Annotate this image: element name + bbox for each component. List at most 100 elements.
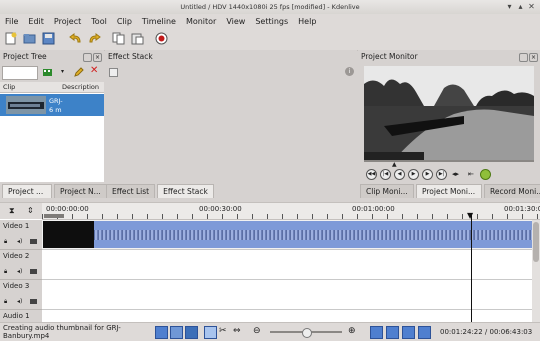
list-item[interactable]: GRJ- 6 m bbox=[0, 94, 104, 116]
track-height-icon[interactable]: ⇕ bbox=[27, 206, 34, 215]
mute-icon[interactable]: ◂) bbox=[17, 238, 22, 245]
menu-file[interactable]: File bbox=[0, 17, 23, 26]
tab-effect-list[interactable]: Effect List bbox=[106, 184, 156, 198]
selection-tool-icon[interactable] bbox=[204, 326, 217, 339]
mute-icon[interactable]: ◂) bbox=[17, 298, 22, 305]
tab-project-notes[interactable]: Project N... bbox=[54, 184, 108, 198]
menu-project[interactable]: Project bbox=[49, 17, 86, 26]
tab-record-monitor[interactable]: Record Moni... bbox=[484, 184, 540, 198]
record-icon[interactable] bbox=[154, 31, 169, 46]
track-name: Video 2 bbox=[3, 252, 30, 260]
ripple-icon[interactable] bbox=[402, 326, 415, 339]
redo-icon[interactable] bbox=[87, 31, 102, 46]
timeline-corner: ⧗ ⇕ bbox=[0, 203, 42, 219]
timecode-display[interactable]: 00:01:24:22 / 00:06:43:03 bbox=[440, 328, 532, 336]
open-icon[interactable] bbox=[22, 31, 37, 46]
new-icon[interactable] bbox=[3, 31, 18, 46]
track-name: Video 1 bbox=[3, 222, 30, 230]
volume-icon[interactable]: ◂▸ bbox=[452, 170, 459, 179]
chevron-down-icon[interactable]: ▾ bbox=[61, 68, 69, 76]
previous-frame-icon[interactable]: |◀ bbox=[380, 169, 391, 180]
tab-project-monitor[interactable]: Project Moni... bbox=[416, 184, 482, 198]
razor-tool-icon[interactable]: ✂ bbox=[219, 326, 227, 337]
save-icon[interactable] bbox=[41, 31, 56, 46]
track-video-2[interactable] bbox=[42, 250, 532, 280]
timeline-ruler[interactable]: 00:00:00:00 00:00:30:00 00:01:00:00 00:0… bbox=[42, 203, 540, 220]
zone-bar[interactable] bbox=[44, 214, 64, 218]
hide-track-icon[interactable] bbox=[30, 269, 37, 274]
status-bar: Creating audio thumbnail for GRJ- Banbur… bbox=[0, 322, 540, 341]
monitor-position-marker[interactable]: ▲ bbox=[392, 162, 397, 168]
tab-clip-monitor[interactable]: Clip Moni... bbox=[360, 184, 414, 198]
track-header-video-2: Video 2 🔒︎ ◂) bbox=[0, 250, 42, 280]
video-thumbnails-icon[interactable] bbox=[155, 326, 168, 339]
undo-icon[interactable] bbox=[68, 31, 83, 46]
copy-icon[interactable] bbox=[111, 31, 126, 46]
maximize-icon[interactable]: ▴ bbox=[516, 2, 525, 11]
column-clip[interactable]: Clip bbox=[3, 83, 15, 91]
rewind-icon[interactable]: ◀◀ bbox=[366, 169, 377, 180]
mute-icon[interactable]: ◂) bbox=[17, 268, 22, 275]
track-header-video-1: Video 1 🔒︎ ◂) bbox=[0, 220, 42, 250]
show-markers-icon[interactable] bbox=[185, 326, 198, 339]
hide-track-icon[interactable] bbox=[30, 239, 37, 244]
playhead-line[interactable] bbox=[471, 213, 472, 323]
spacer-tool-icon[interactable]: ⇔ bbox=[233, 326, 241, 337]
tab-effect-stack[interactable]: Effect Stack bbox=[157, 184, 214, 198]
menu-clip[interactable]: Clip bbox=[112, 17, 137, 26]
split-audio-icon[interactable] bbox=[370, 326, 383, 339]
ruler-label: 00:01:00:00 bbox=[352, 205, 395, 213]
overwrite-icon[interactable] bbox=[418, 326, 431, 339]
monitor-ruler[interactable] bbox=[364, 160, 534, 162]
fit-zoom-icon[interactable]: ⧗ bbox=[9, 206, 15, 216]
close-panel-icon[interactable]: × bbox=[93, 53, 102, 62]
scrollbar-thumb[interactable] bbox=[533, 222, 539, 262]
float-icon[interactable] bbox=[83, 53, 92, 62]
timeline-scrollbar[interactable] bbox=[532, 220, 540, 323]
close-panel-icon[interactable]: × bbox=[529, 53, 538, 62]
minimize-icon[interactable]: ▾ bbox=[505, 2, 514, 11]
snap-icon[interactable] bbox=[386, 326, 399, 339]
lock-icon[interactable]: 🔒︎ bbox=[4, 298, 7, 306]
close-icon[interactable]: ✕ bbox=[527, 2, 536, 11]
menu-monitor[interactable]: Monitor bbox=[181, 17, 221, 26]
effect-enable-checkbox[interactable] bbox=[109, 68, 118, 77]
rewind-one-icon[interactable]: ◀ bbox=[394, 169, 405, 180]
project-tree-panel: Project Tree × ▾ ✕ Clip Description GRJ-… bbox=[0, 50, 104, 182]
next-frame-icon[interactable]: ▶| bbox=[436, 169, 447, 180]
edit-clip-icon[interactable] bbox=[74, 67, 84, 77]
audio-waveform bbox=[94, 230, 532, 240]
paste-icon[interactable] bbox=[130, 31, 145, 46]
track-video-1[interactable] bbox=[42, 220, 532, 250]
tab-project-tree[interactable]: Project ... bbox=[2, 184, 52, 198]
delete-clip-icon[interactable]: ✕ bbox=[90, 66, 100, 76]
track-name: Audio 1 bbox=[3, 312, 30, 320]
track-video-3[interactable] bbox=[42, 280, 532, 310]
menu-edit[interactable]: Edit bbox=[23, 17, 49, 26]
project-monitor-panel: Project Monitor × ▲ ◀◀ |◀ ◀ ▶ ▶ ▶| ◂▸ ⇤ bbox=[358, 50, 540, 182]
menu-view[interactable]: View bbox=[221, 17, 250, 26]
monitor-settings-icon[interactable] bbox=[480, 169, 491, 180]
hide-track-icon[interactable] bbox=[30, 299, 37, 304]
search-input[interactable] bbox=[2, 66, 38, 80]
lock-icon[interactable]: 🔒︎ bbox=[4, 238, 7, 246]
add-clip-icon[interactable] bbox=[43, 67, 55, 77]
playhead-marker[interactable]: ▼ bbox=[467, 212, 473, 220]
forward-one-icon[interactable]: ▶ bbox=[422, 169, 433, 180]
info-icon[interactable]: i bbox=[345, 67, 354, 76]
audio-thumbnails-icon[interactable] bbox=[170, 326, 183, 339]
menu-timeline[interactable]: Timeline bbox=[137, 17, 181, 26]
menu-settings[interactable]: Settings bbox=[250, 17, 293, 26]
zoom-out-icon[interactable]: ⊖ bbox=[253, 326, 261, 337]
play-icon[interactable]: ▶ bbox=[408, 169, 419, 180]
float-icon[interactable] bbox=[519, 53, 528, 62]
lock-icon[interactable]: 🔒︎ bbox=[4, 268, 7, 276]
menu-tool[interactable]: Tool bbox=[86, 17, 112, 26]
zoom-slider-handle[interactable] bbox=[302, 328, 312, 338]
column-description[interactable]: Description bbox=[62, 83, 99, 91]
zone-in-icon[interactable]: ⇤ bbox=[468, 170, 474, 179]
clip-name: GRJ- bbox=[49, 97, 63, 105]
menu-help[interactable]: Help bbox=[293, 17, 321, 26]
clip-block[interactable] bbox=[43, 221, 532, 248]
zoom-in-icon[interactable]: ⊕ bbox=[348, 326, 356, 337]
